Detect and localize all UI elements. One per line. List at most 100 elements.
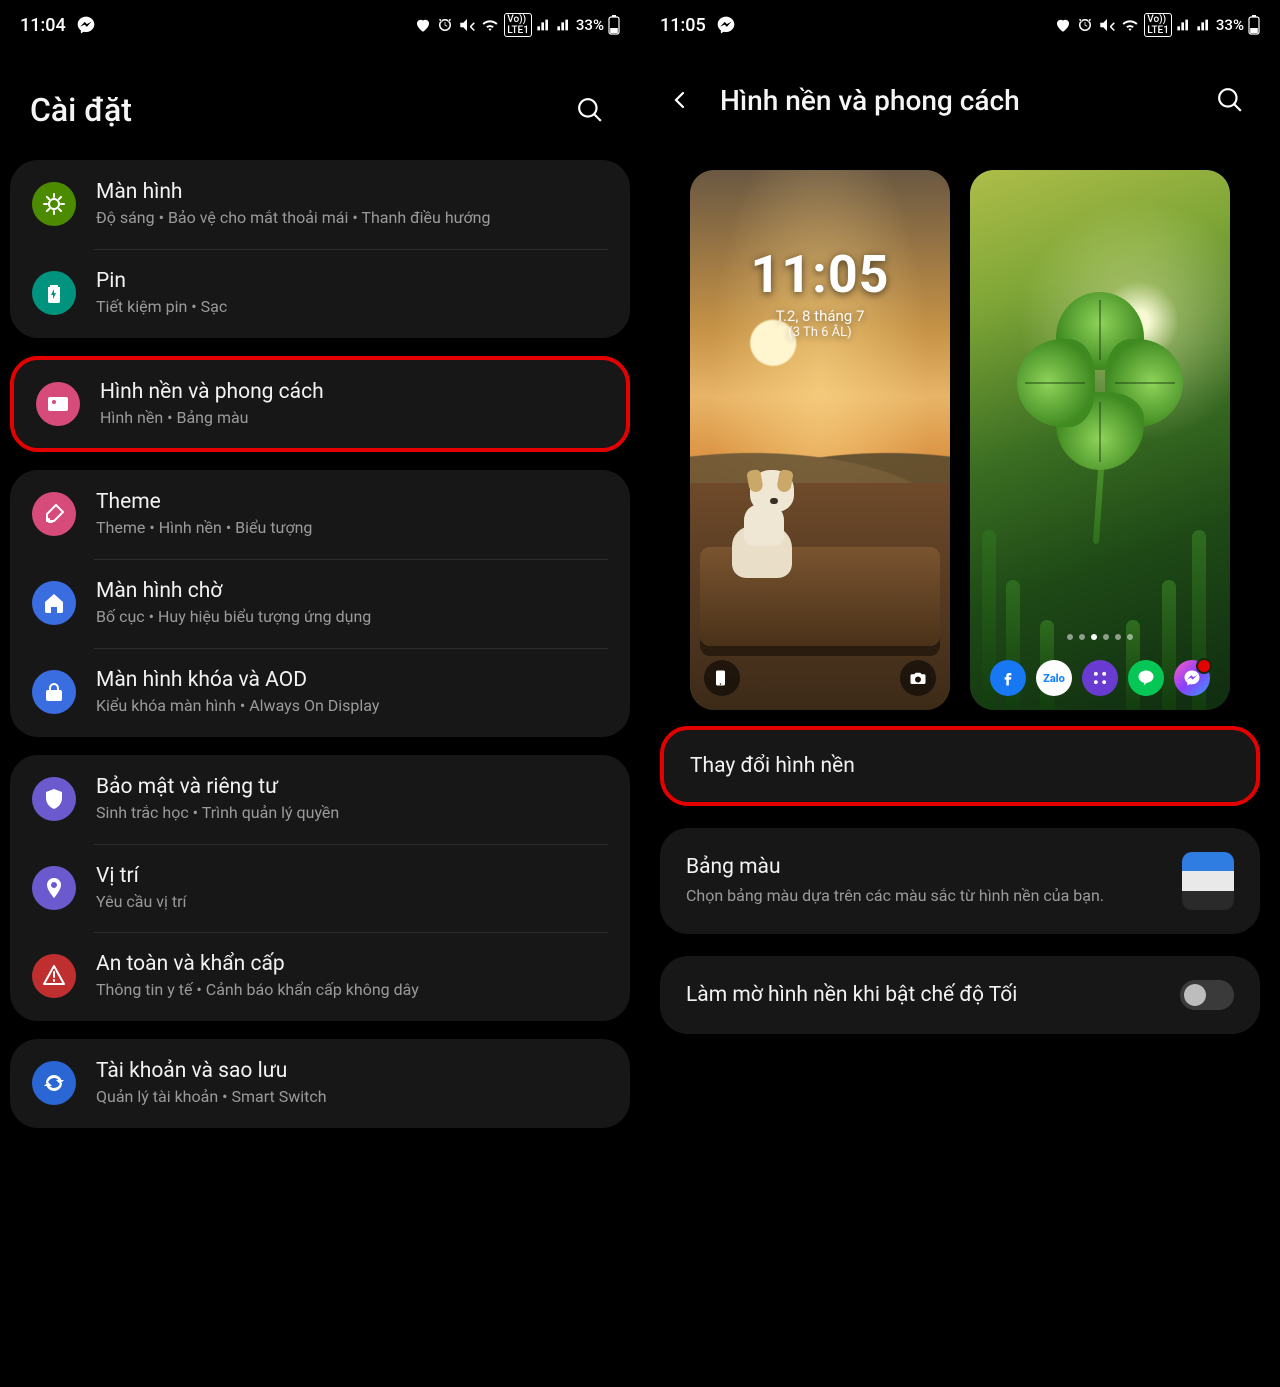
row-subtitle: Quản lý tài khoản • Smart Switch	[96, 1087, 327, 1108]
search-icon	[1217, 87, 1243, 113]
status-time: 11:05	[660, 15, 706, 36]
settings-list: Màn hình Độ sáng • Bảo vệ cho mắt thoải m…	[0, 160, 640, 1148]
sync-icon	[32, 1061, 76, 1105]
alarm-icon	[436, 16, 454, 34]
messenger-icon	[76, 15, 96, 35]
row-title: Hình nền và phong cách	[100, 380, 324, 404]
page-title: Cài đặt	[30, 91, 132, 129]
alarm-icon	[1076, 16, 1094, 34]
row-title: Tài khoản và sao lưu	[96, 1059, 327, 1083]
status-bar: 11:04 Vo))LTE1 33%	[0, 0, 640, 50]
row-title: Theme	[96, 490, 312, 514]
row-subtitle: Theme • Hình nền • Biểu tượng	[96, 518, 312, 539]
volte-icon: Vo))LTE1	[1144, 13, 1172, 37]
line-app-icon	[1128, 660, 1164, 696]
color-palette-row[interactable]: Bảng màu Chọn bảng màu dựa trên các màu …	[660, 828, 1260, 934]
settings-group: Theme Theme • Hình nền • Biểu tượng Màn hì…	[10, 470, 630, 736]
settings-row[interactable]: Màn hình Độ sáng • Bảo vệ cho mắt thoải m…	[10, 160, 630, 249]
dog-illustration	[722, 468, 812, 578]
volte-icon: Vo))LTE1	[504, 13, 532, 37]
settings-row[interactable]: Màn hình chờ Bố cục • Huy hiệu biểu tượng…	[10, 559, 630, 648]
homescreen-preview[interactable]: Zalo	[970, 170, 1230, 710]
home-icon	[32, 581, 76, 625]
settings-row[interactable]: Tài khoản và sao lưu Quản lý tài khoản • …	[10, 1039, 630, 1128]
clover-illustration	[1020, 306, 1180, 466]
settings-row[interactable]: Theme Theme • Hình nền • Biểu tượng	[10, 470, 630, 559]
row-title: Màn hình	[96, 180, 491, 204]
settings-row[interactable]: Hình nền và phong cách Hình nền • Bảng mà…	[14, 360, 626, 449]
row-title: An toàn và khẩn cấp	[96, 952, 419, 976]
row-subtitle: Thông tin y tế • Cảnh báo khẩn cấp không…	[96, 980, 419, 1001]
page-indicator	[970, 634, 1230, 640]
settings-row[interactable]: Bảo mật và riêng tư Sinh trắc học • Trình…	[10, 755, 630, 844]
back-button[interactable]	[660, 80, 700, 120]
lock-icon	[32, 670, 76, 714]
lockscreen-preview[interactable]: 11:05 T.2, 8 tháng 7 (3 Th 6 ÂL)	[690, 170, 950, 710]
dim-toggle[interactable]	[1180, 980, 1234, 1010]
battery-icon	[1248, 15, 1260, 35]
grid-app-icon	[1082, 660, 1118, 696]
row-subtitle: Độ sáng • Bảo vệ cho mắt thoải mái • Tha…	[96, 208, 491, 229]
search-button[interactable]	[1210, 80, 1250, 120]
settings-row[interactable]: Pin Tiết kiệm pin • Sạc	[10, 249, 630, 338]
row-subtitle: Sinh trắc học • Trình quản lý quyền	[96, 803, 339, 824]
settings-row[interactable]: An toàn và khẩn cấp Thông tin y tế • Cảnh…	[10, 932, 630, 1021]
signal-icon	[536, 17, 552, 33]
signal2-icon	[556, 17, 572, 33]
settings-group: Hình nền và phong cách Hình nền • Bảng mà…	[10, 356, 630, 453]
settings-screen: 11:04 Vo))LTE1 33% Cài đặt Màn hình Độ sá…	[0, 0, 640, 1387]
pin-icon	[32, 866, 76, 910]
wifi-icon	[1120, 16, 1140, 34]
row-subtitle: Hình nền • Bảng màu	[100, 408, 324, 429]
status-battery-text: 33%	[1216, 16, 1244, 34]
brush-icon	[32, 492, 76, 536]
wallpaper-screen: 11:05 Vo))LTE1 33% Hình nền và phong các…	[640, 0, 1280, 1387]
wifi-icon	[480, 16, 500, 34]
chevron-left-icon	[668, 88, 692, 112]
messenger-icon	[716, 15, 736, 35]
settings-row[interactable]: Vị tríYêu cầu vị trí	[10, 844, 630, 933]
heart-icon	[1054, 16, 1072, 34]
row-subtitle: Tiết kiệm pin • Sạc	[96, 297, 227, 318]
row-title: Bảo mật và riêng tư	[96, 775, 339, 799]
settings-group: Màn hình Độ sáng • Bảo vệ cho mắt thoải m…	[10, 160, 630, 338]
change-wallpaper-button[interactable]: Thay đổi hình nền	[660, 726, 1260, 806]
dim-wallpaper-row[interactable]: Làm mờ hình nền khi bật chế độ Tối	[660, 956, 1260, 1034]
zalo-app-icon: Zalo	[1036, 660, 1072, 696]
status-bar: 11:05 Vo))LTE1 33%	[640, 0, 1280, 50]
signal2-icon	[1196, 17, 1212, 33]
wallpaper-previews: 11:05 T.2, 8 tháng 7 (3 Th 6 ÂL)	[640, 150, 1280, 716]
settings-group: Bảo mật và riêng tư Sinh trắc học • Trình…	[10, 755, 630, 1021]
phone-shortcut-icon	[704, 660, 740, 696]
row-subtitle: Bố cục • Huy hiệu biểu tượng ứng dụng	[96, 607, 371, 628]
row-title: Pin	[96, 269, 227, 293]
row-title: Vị trí	[96, 864, 186, 888]
settings-group: Tài khoản và sao lưu Quản lý tài khoản • …	[10, 1039, 630, 1128]
lockscreen-clock: 11:05 T.2, 8 tháng 7 (3 Th 6 ÂL)	[690, 244, 950, 340]
page-title: Hình nền và phong cách	[720, 84, 1190, 117]
brightness-icon	[32, 182, 76, 226]
page-header: Cài đặt	[0, 50, 640, 160]
mute-icon	[1098, 16, 1116, 34]
row-title: Màn hình chờ	[96, 579, 371, 603]
status-indicators: Vo))LTE1 33%	[414, 13, 620, 37]
msg-app-icon	[1174, 660, 1210, 696]
battery-icon	[32, 271, 76, 315]
status-battery-text: 33%	[576, 16, 604, 34]
dock-apps: Zalo	[970, 660, 1230, 696]
page-header: Hình nền và phong cách	[640, 50, 1280, 150]
signal-icon	[1176, 17, 1192, 33]
settings-row[interactable]: Màn hình khóa và AODKiểu khóa màn hình •…	[10, 648, 630, 737]
palette-swatch-icon	[1182, 852, 1234, 910]
search-button[interactable]	[570, 90, 610, 130]
shield-icon	[32, 777, 76, 821]
search-icon	[577, 97, 603, 123]
status-time: 11:04	[20, 15, 66, 36]
alert-icon	[32, 954, 76, 998]
heart-icon	[414, 16, 432, 34]
mute-icon	[458, 16, 476, 34]
battery-icon	[608, 15, 620, 35]
row-title: Màn hình khóa và AOD	[96, 668, 379, 692]
status-indicators: Vo))LTE1 33%	[1054, 13, 1260, 37]
image-icon	[36, 382, 80, 426]
